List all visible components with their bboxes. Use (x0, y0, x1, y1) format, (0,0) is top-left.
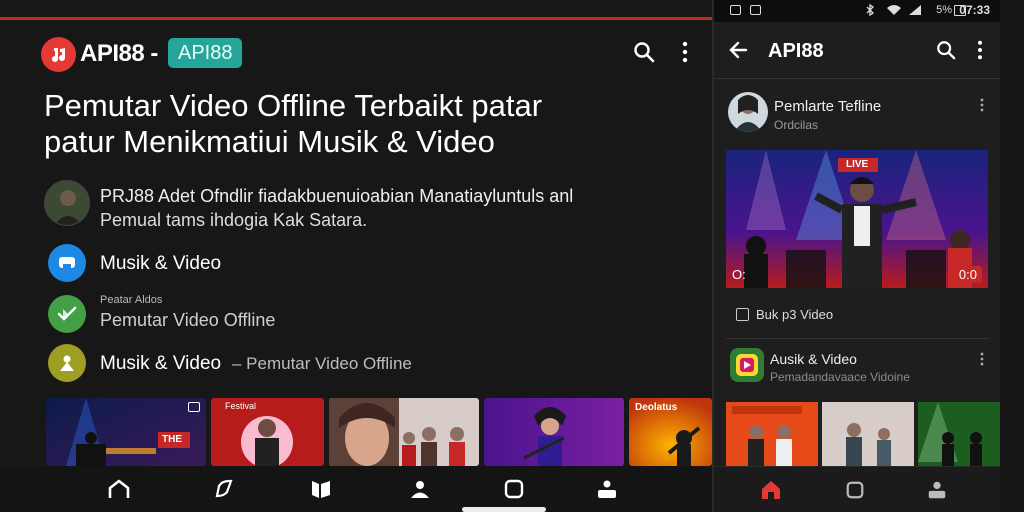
title-line-1: Pemutar Video Offline Terbaikt patar (44, 88, 543, 123)
app-item-title[interactable]: Ausik & Video (770, 351, 857, 367)
more-vert-icon[interactable] (978, 98, 986, 112)
thumbnail-overlay-text: Festival (225, 401, 257, 411)
video-thumbnail[interactable]: THE (46, 398, 206, 466)
featured-description-line-2: Pemual tams ihdogia Kak Satara. (100, 210, 368, 230)
gallery-icon (750, 5, 761, 15)
thumbnail-overlay-text: THE (162, 434, 182, 445)
category-video-offline[interactable]: Pemutar Video Offline (100, 310, 275, 331)
home-icon[interactable] (106, 476, 132, 502)
phone-bottom-navigation (714, 466, 1002, 512)
checkbox-label: Buk p3 Video (756, 307, 834, 322)
checkbox[interactable] (736, 308, 749, 321)
app-item-subtitle: Pemadandavaace Vidoine (770, 370, 910, 384)
divider (714, 78, 1002, 79)
video-thumbnail[interactable] (484, 398, 624, 466)
featured-description-line-1: PRJ88 Adet Ofndlir fiadakbuenuioabian Ma… (100, 186, 574, 206)
video-elapsed: O: (732, 267, 746, 282)
square-icon[interactable] (842, 477, 868, 503)
app-badge: API88 (168, 38, 243, 68)
page-title: Pemutar Video Offline Terbaikt patar pat… (44, 88, 664, 160)
category-musik-video-2[interactable]: Musik & Video (100, 353, 221, 375)
video-duration-badge: 0:0 (953, 266, 982, 283)
explore-icon[interactable] (211, 476, 237, 502)
background-edge (1000, 0, 1024, 512)
more-vert-icon[interactable] (972, 38, 988, 62)
account-icon[interactable] (407, 476, 433, 502)
category-musik-video[interactable]: Musik & Video (100, 253, 221, 275)
thumbnail-overlay-text: Deolatus (635, 402, 678, 413)
app-name: API88 - (80, 40, 158, 67)
signal-icon (908, 4, 922, 19)
video-player[interactable]: LIVE O: 0:0 (726, 150, 988, 288)
app-icon[interactable] (730, 348, 764, 382)
status-time: 07:33 (959, 3, 990, 17)
top-accent-line (0, 17, 712, 20)
title-line-2: patur Menikmatiui Musik & Video (44, 124, 495, 159)
status-bar: 5% 07:33 (714, 0, 1002, 22)
wifi-icon (886, 4, 902, 19)
bottom-navigation (0, 466, 712, 512)
app-logo-icon[interactable] (41, 37, 76, 72)
camera-icon (188, 402, 200, 412)
tv-icon[interactable] (48, 244, 86, 282)
account-icon[interactable] (924, 477, 950, 503)
divider (726, 338, 990, 339)
back-arrow-icon[interactable] (726, 38, 750, 62)
more-vert-icon[interactable] (676, 38, 694, 66)
phone-app-title: API88 (768, 40, 824, 62)
user-icon[interactable] (48, 344, 86, 382)
category-small-caption: Peatar Aldos (100, 294, 163, 306)
video-banner-text: LIVE (846, 159, 869, 170)
avatar[interactable] (728, 92, 768, 132)
video-thumbnail[interactable]: Deolatus (629, 398, 712, 466)
profile-icon[interactable] (594, 476, 620, 502)
library-icon[interactable] (308, 476, 334, 502)
image-icon (730, 5, 741, 15)
video-thumbnail[interactable] (329, 398, 479, 466)
gesture-bar (462, 507, 546, 512)
video-thumbnail[interactable]: Festival (211, 398, 324, 466)
bluetooth-icon (866, 3, 875, 19)
thumbnail-strip: THE Festival Deolatus (46, 398, 712, 466)
channel-title[interactable]: Pemlarte Tefline (774, 98, 881, 115)
search-icon[interactable] (630, 38, 658, 66)
category-sub-label: – Pemutar Video Offline (232, 354, 412, 373)
square-icon[interactable] (501, 476, 527, 502)
thumbnail-strip (726, 402, 1002, 466)
main-panel: API88 - API88 Pemutar Video Offline Terb… (0, 0, 712, 512)
video-thumbnail[interactable] (822, 402, 914, 466)
phone-preview: 5% 07:33 API88 Pemlarte Tefline Ordcilas (712, 0, 1002, 512)
home-icon[interactable] (758, 477, 784, 503)
search-icon[interactable] (934, 38, 958, 62)
more-vert-icon[interactable] (978, 352, 986, 366)
channel-subtitle: Ordcilas (774, 118, 819, 132)
battery-percent: 5% (936, 4, 952, 16)
check-play-icon[interactable] (48, 295, 86, 333)
avatar[interactable] (44, 180, 90, 226)
video-thumbnail[interactable] (918, 402, 1002, 466)
video-thumbnail[interactable] (726, 402, 818, 466)
